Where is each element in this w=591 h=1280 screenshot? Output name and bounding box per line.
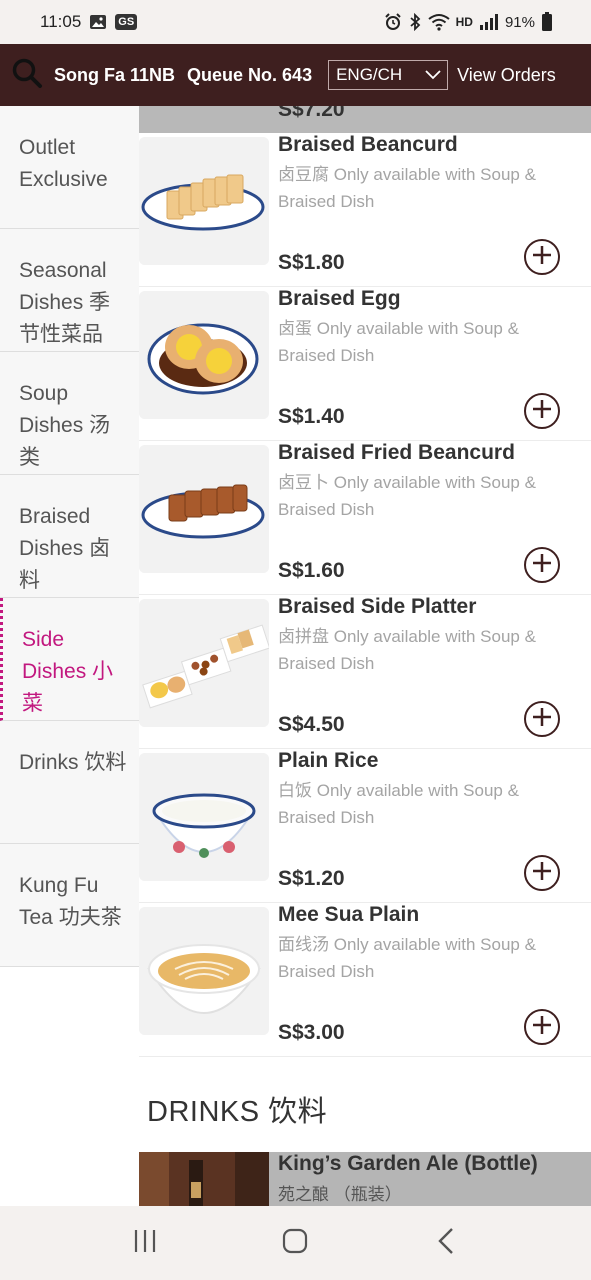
plus-icon bbox=[531, 398, 553, 425]
item-image bbox=[139, 753, 269, 881]
add-button[interactable] bbox=[524, 701, 560, 737]
status-time: 11:05 bbox=[40, 12, 82, 31]
sidebar-item-braised-dishes[interactable]: Braised Dishes 卤料 bbox=[0, 475, 139, 598]
plus-icon bbox=[531, 706, 553, 733]
search-button[interactable] bbox=[4, 44, 50, 106]
list-item[interactable]: Mee Sua Plain 面线汤 Only available with So… bbox=[139, 903, 591, 1057]
recent-apps-icon bbox=[132, 1228, 158, 1259]
menu-list: S$7.20 Braised Beancurd 卤豆腐 Only availab… bbox=[139, 106, 591, 1206]
previous-item-peek: S$7.20 bbox=[139, 106, 591, 133]
item-name: King’s Garden Ale (Bottle) bbox=[278, 1152, 538, 1175]
list-item[interactable]: Braised Egg 卤蛋 Only available with Soup … bbox=[139, 287, 591, 441]
sidebar-item-label: Outlet Exclusive bbox=[19, 136, 108, 191]
sidebar-item-drinks[interactable]: Drinks 饮料 bbox=[0, 721, 139, 844]
item-name: Braised Egg bbox=[278, 287, 401, 310]
language-select[interactable]: ENG/CH bbox=[328, 60, 449, 90]
item-image bbox=[139, 445, 269, 573]
item-name: Braised Beancurd bbox=[278, 133, 458, 156]
list-item[interactable]: Braised Beancurd 卤豆腐 Only available with… bbox=[139, 133, 591, 287]
add-button[interactable] bbox=[524, 547, 560, 583]
recent-apps-button[interactable] bbox=[115, 1213, 175, 1273]
item-price: S$3.00 bbox=[278, 1021, 345, 1044]
bluetooth-icon bbox=[408, 13, 422, 31]
sidebar-item-label: Drinks 饮料 bbox=[19, 751, 127, 774]
back-icon bbox=[436, 1227, 456, 1260]
item-price: S$1.60 bbox=[278, 559, 345, 582]
item-description: 白饭 Only available with Soup & Braised Di… bbox=[278, 781, 519, 827]
item-description: 卤拼盘 Only available with Soup & Braised D… bbox=[278, 627, 536, 673]
sidebar-item-kung-fu-tea[interactable]: Kung Fu Tea 功夫茶 bbox=[0, 844, 139, 967]
item-description: 卤豆腐 Only available with Soup & Braised D… bbox=[278, 165, 536, 211]
home-icon bbox=[282, 1228, 308, 1259]
outlet-name: Song Fa 11NB bbox=[54, 64, 176, 85]
sidebar-item-label: Side Dishes 小菜 bbox=[22, 628, 114, 715]
category-sidebar: Outlet Exclusive Seasonal Dishes 季节性菜品 S… bbox=[0, 106, 139, 1206]
plus-icon bbox=[531, 244, 553, 271]
list-item[interactable]: Braised Side Platter 卤拼盘 Only available … bbox=[139, 595, 591, 749]
item-description: 卤豆卜 Only available with Soup & Braised D… bbox=[278, 473, 536, 519]
sidebar-item-label: Kung Fu Tea 功夫茶 bbox=[19, 874, 122, 929]
add-button[interactable] bbox=[524, 393, 560, 429]
wifi-icon bbox=[428, 13, 450, 31]
chevron-down-icon bbox=[425, 65, 441, 85]
battery-icon bbox=[541, 12, 553, 32]
search-icon bbox=[11, 57, 43, 94]
item-price: S$4.50 bbox=[278, 713, 345, 736]
system-nav-bar bbox=[0, 1206, 591, 1280]
sidebar-item-seasonal-dishes[interactable]: Seasonal Dishes 季节性菜品 bbox=[0, 229, 139, 352]
sidebar-item-label: Soup Dishes 汤类 bbox=[19, 382, 111, 469]
add-button[interactable] bbox=[524, 1009, 560, 1045]
sidebar-item-side-dishes[interactable]: Side Dishes 小菜 bbox=[0, 598, 139, 721]
plus-icon bbox=[531, 860, 553, 887]
list-item[interactable]: King’s Garden Ale (Bottle) 苑之酿 （瓶装） bbox=[139, 1152, 591, 1206]
item-description: 卤蛋 Only available with Soup & Braised Di… bbox=[278, 319, 519, 365]
app-header: Song Fa 11NB Queue No. 643 ENG/CH View O… bbox=[0, 44, 591, 106]
item-description: 面线汤 Only available with Soup & Braised D… bbox=[278, 935, 536, 981]
sidebar-item-label: Seasonal Dishes 季节性菜品 bbox=[19, 259, 111, 346]
item-name: Plain Rice bbox=[278, 749, 379, 772]
view-orders-button[interactable]: View Orders bbox=[457, 65, 556, 86]
battery-percent: 91% bbox=[504, 13, 535, 31]
alarm-icon bbox=[384, 13, 402, 31]
item-price: S$1.40 bbox=[278, 405, 345, 428]
item-image bbox=[139, 907, 269, 1035]
list-item[interactable]: Plain Rice 白饭 Only available with Soup &… bbox=[139, 749, 591, 903]
sidebar-item-outlet-exclusive[interactable]: Outlet Exclusive bbox=[0, 106, 139, 229]
status-bar: 11:05 GS HD 91% bbox=[0, 0, 591, 44]
add-button[interactable] bbox=[524, 855, 560, 891]
peek-price: S$7.20 bbox=[278, 106, 345, 121]
item-price: S$1.20 bbox=[278, 867, 345, 890]
add-button[interactable] bbox=[524, 239, 560, 275]
signal-icon bbox=[479, 13, 499, 31]
item-description: 苑之酿 （瓶装） bbox=[278, 1185, 402, 1204]
section-title-drinks: DRINKS 饮料 bbox=[147, 1096, 328, 1128]
gallery-icon bbox=[89, 14, 107, 30]
list-item[interactable]: Braised Fried Beancurd 卤豆卜 Only availabl… bbox=[139, 441, 591, 595]
language-value: ENG/CH bbox=[336, 65, 403, 84]
plus-icon bbox=[531, 1014, 553, 1041]
item-name: Braised Side Platter bbox=[278, 595, 477, 618]
hd-voice-label: HD bbox=[455, 15, 473, 29]
back-button[interactable] bbox=[416, 1213, 476, 1273]
gs-badge: GS bbox=[115, 14, 138, 30]
item-price: S$1.80 bbox=[278, 251, 345, 274]
home-button[interactable] bbox=[265, 1213, 325, 1273]
item-image bbox=[139, 291, 269, 419]
item-image bbox=[139, 599, 269, 727]
item-name: Mee Sua Plain bbox=[278, 903, 420, 926]
sidebar-item-soup-dishes[interactable]: Soup Dishes 汤类 bbox=[0, 352, 139, 475]
item-image bbox=[139, 1152, 269, 1206]
item-image bbox=[139, 137, 269, 265]
queue-number: Queue No. 643 bbox=[187, 64, 313, 85]
item-name: Braised Fried Beancurd bbox=[278, 441, 515, 464]
sidebar-item-label: Braised Dishes 卤料 bbox=[19, 505, 111, 592]
plus-icon bbox=[531, 552, 553, 579]
